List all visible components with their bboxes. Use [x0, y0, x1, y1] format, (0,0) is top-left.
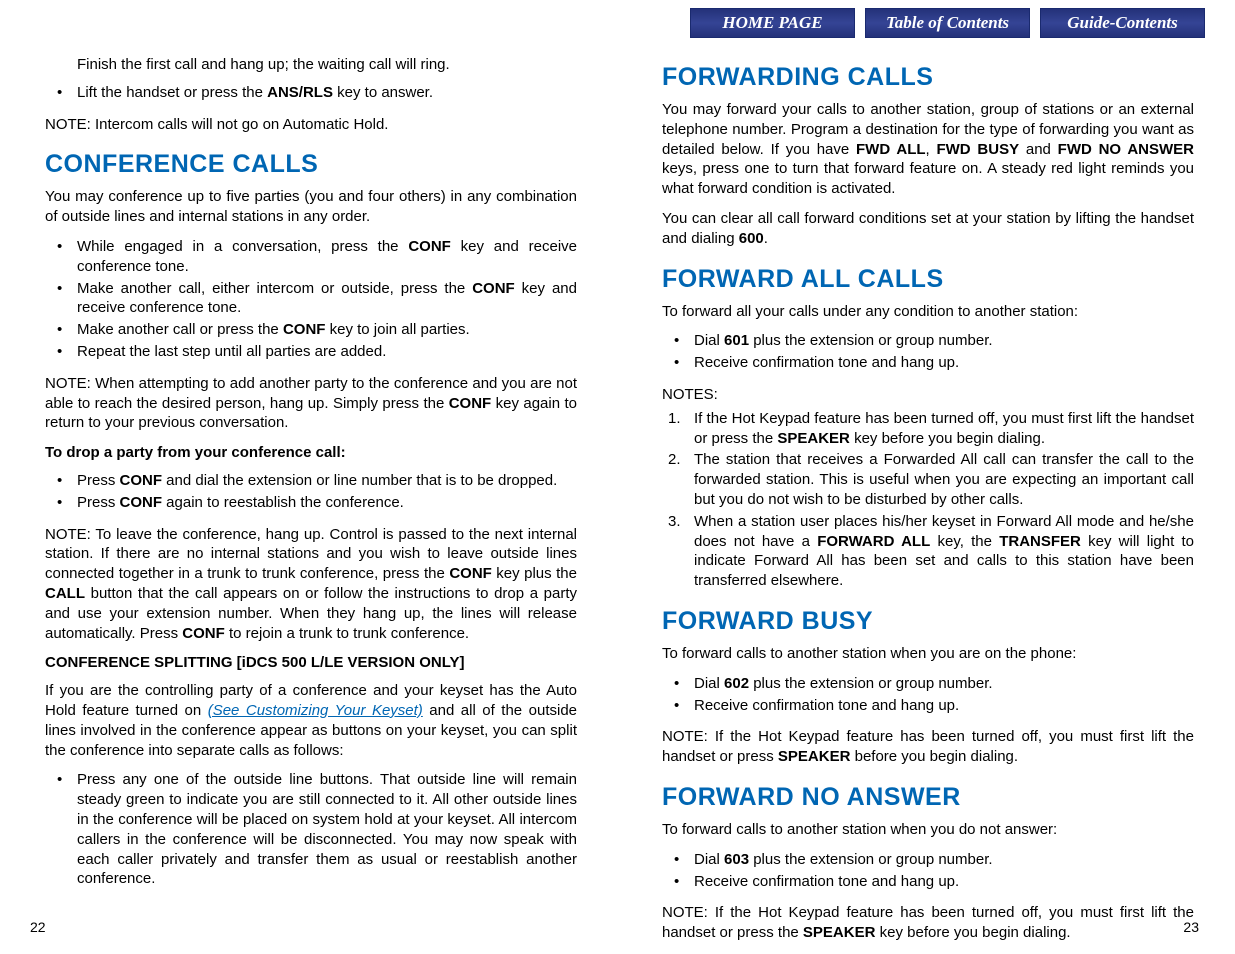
page-left: Finish the first call and hang up; the w… [0, 0, 617, 954]
drop-heading: To drop a party from your conference cal… [45, 443, 577, 463]
heading-forwarding-calls: FORWARDING CALLS [662, 61, 1194, 94]
list-item: Dial 603 plus the extension or group num… [662, 850, 1194, 870]
heading-forward-busy: FORWARD BUSY [662, 605, 1194, 638]
list-item: Press any one of the outside line button… [45, 770, 577, 889]
leave-note: NOTE: To leave the conference, hang up. … [45, 525, 577, 644]
split-intro: If you are the controlling party of a co… [45, 681, 577, 760]
customizing-keyset-link[interactable]: (See Customizing Your Keyset) [208, 702, 423, 719]
fwd-intro: You may forward your calls to another st… [662, 100, 1194, 199]
busy-intro: To forward calls to another station when… [662, 644, 1194, 664]
split-heading: CONFERENCE SPLITTING [iDCS 500 L/LE VERS… [45, 653, 577, 673]
list-item: Receive confirmation tone and hang up. [662, 353, 1194, 373]
list-item: When a station user places his/her keyse… [662, 512, 1194, 591]
list-item: Press CONF again to reestablish the conf… [45, 493, 577, 513]
conf-intro: You may conference up to five parties (y… [45, 187, 577, 227]
intro-line: Finish the first call and hang up; the w… [45, 55, 577, 75]
all-intro: To forward all your calls under any cond… [662, 302, 1194, 322]
noans-steps: Dial 603 plus the extension or group num… [662, 850, 1194, 892]
split-steps: Press any one of the outside line button… [45, 770, 577, 889]
list-item: Press CONF and dial the extension or lin… [45, 471, 577, 491]
list-item: The station that receives a Forwarded Al… [662, 450, 1194, 509]
busy-steps: Dial 602 plus the extension or group num… [662, 674, 1194, 716]
page-number-right: 23 [1183, 918, 1199, 936]
busy-note: NOTE: If the Hot Keypad feature has been… [662, 727, 1194, 767]
list-item: Dial 602 plus the extension or group num… [662, 674, 1194, 694]
all-notes: If the Hot Keypad feature has been turne… [662, 409, 1194, 591]
page-right: FORWARDING CALLS You may forward your ca… [617, 0, 1234, 954]
heading-forward-no-answer: FORWARD NO ANSWER [662, 781, 1194, 814]
heading-forward-all: FORWARD ALL CALLS [662, 263, 1194, 296]
list-item: Receive confirmation tone and hang up. [662, 872, 1194, 892]
noans-note: NOTE: If the Hot Keypad feature has been… [662, 903, 1194, 943]
conf-steps: While engaged in a conversation, press t… [45, 237, 577, 362]
notes-label: NOTES: [662, 385, 1194, 405]
fwd-clear: You can clear all call forward condition… [662, 209, 1194, 249]
conf-note: NOTE: When attempting to add another par… [45, 374, 577, 433]
intro-note: NOTE: Intercom calls will not go on Auto… [45, 115, 577, 135]
list-item: Receive confirmation tone and hang up. [662, 696, 1194, 716]
list-item: Make another call, either intercom or ou… [45, 279, 577, 319]
noans-intro: To forward calls to another station when… [662, 820, 1194, 840]
all-steps: Dial 601 plus the extension or group num… [662, 331, 1194, 373]
intro-bullet: Lift the handset or press the ANS/RLS ke… [45, 83, 577, 103]
page-number-left: 22 [30, 918, 46, 936]
document-spread: Finish the first call and hang up; the w… [0, 0, 1235, 954]
list-item: Make another call or press the CONF key … [45, 320, 577, 340]
drop-steps: Press CONF and dial the extension or lin… [45, 471, 577, 513]
heading-conference-calls: CONFERENCE CALLS [45, 148, 577, 181]
list-item: If the Hot Keypad feature has been turne… [662, 409, 1194, 449]
list-item: Dial 601 plus the extension or group num… [662, 331, 1194, 351]
list-item: While engaged in a conversation, press t… [45, 237, 577, 277]
list-item: Repeat the last step until all parties a… [45, 342, 577, 362]
